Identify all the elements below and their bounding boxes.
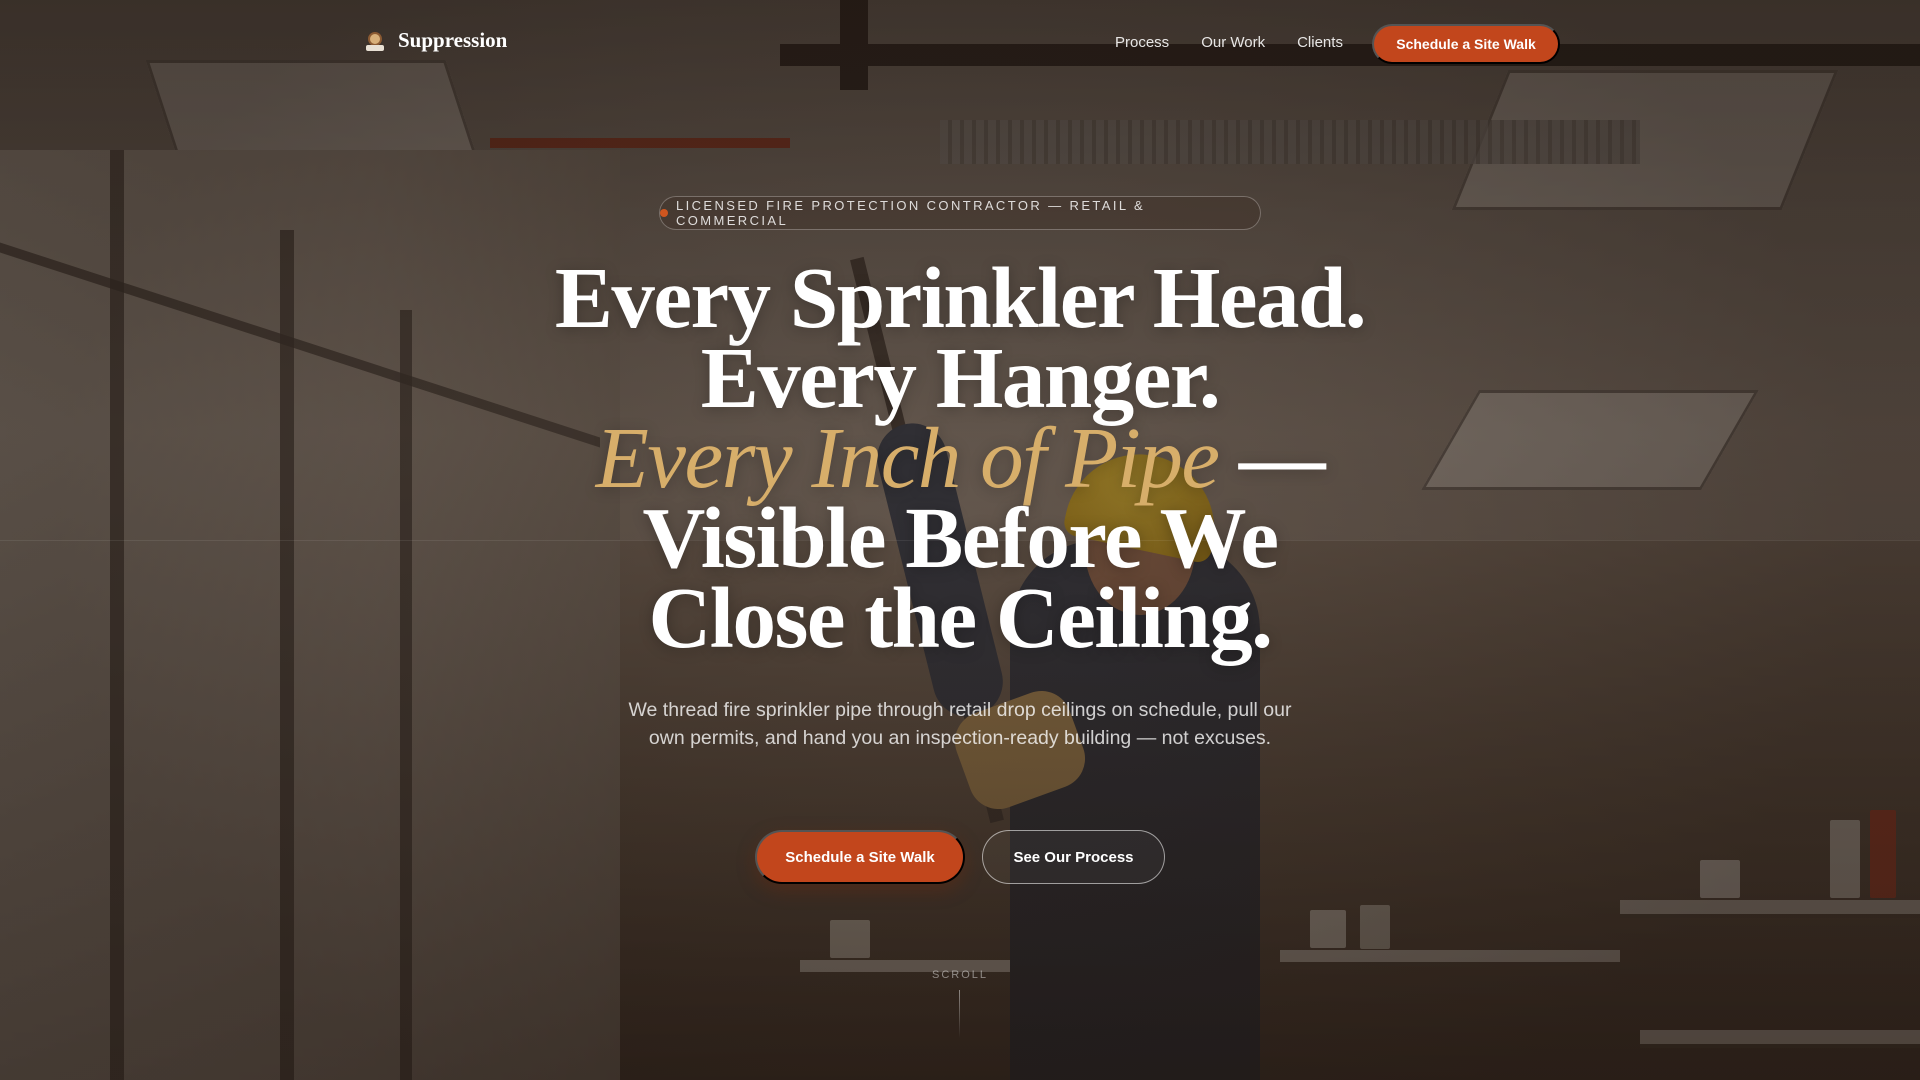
brand-name: Suppression: [398, 28, 508, 52]
hero-headline: Every Sprinkler Head. Every Hanger. Ever…: [460, 249, 1460, 666]
headline-line-3: Every Inch of Pipe —: [460, 414, 1460, 501]
headline-line-4: Visible Before We: [642, 489, 1280, 586]
nav-schedule-site-walk-button[interactable]: Schedule a Site Walk: [1372, 24, 1560, 64]
nav-links: Process Our Work Clients: [1115, 34, 1343, 51]
badge-dot-icon: [660, 209, 668, 217]
headline-line-2: Every Hanger.: [700, 329, 1221, 426]
badge-text: LICENSED FIRE PROTECTION CONTRACTOR — RE…: [675, 198, 1146, 228]
license-badge: LICENSED FIRE PROTECTION CONTRACTOR — RE…: [659, 196, 1261, 230]
brand-logo-link[interactable]: Suppression: [364, 28, 507, 53]
scroll-indicator-label: SCROLL: [931, 969, 989, 981]
schedule-site-walk-button[interactable]: Schedule a Site Walk: [755, 830, 965, 884]
nav-link-process[interactable]: Process: [1115, 34, 1169, 51]
nav-link-clients[interactable]: Clients: [1297, 34, 1343, 51]
logo-body-shape: [366, 44, 384, 51]
top-navbar: Suppression Process Our Work Clients Sch…: [0, 0, 1920, 88]
nav-link-our-work[interactable]: Our Work: [1201, 34, 1265, 51]
hero-subtext: We thread fire sprinkler pipe through re…: [628, 699, 1292, 749]
scroll-indicator-line: [959, 990, 960, 1038]
headline-line-1: Every Sprinkler Head.: [554, 249, 1367, 346]
headline-line-5: Close the Ceiling.: [648, 569, 1273, 666]
firefighter-logo-icon: [364, 30, 386, 52]
logo-head-shape: [368, 31, 382, 46]
see-our-process-button[interactable]: See Our Process: [982, 830, 1165, 884]
